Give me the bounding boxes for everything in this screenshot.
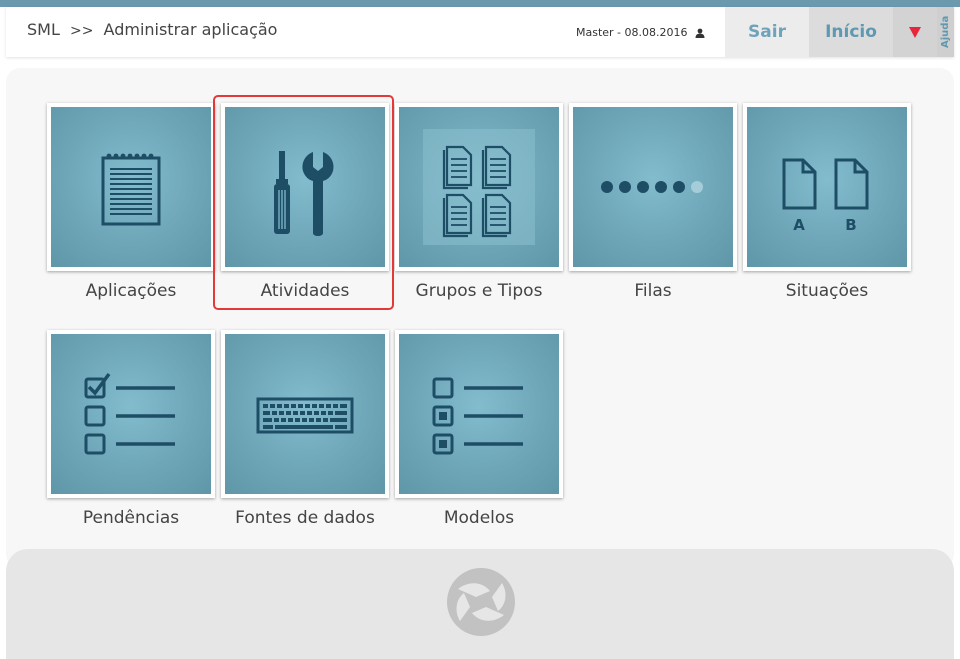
tile-situacoes[interactable]: A B Situações	[743, 103, 911, 308]
tile-label: Situações	[785, 281, 869, 301]
tile-grupos-e-tipos[interactable]: Grupos e Tipos	[395, 103, 563, 308]
tile-situacoes-square: A B	[743, 103, 911, 271]
tile-fontes-de-dados[interactable]: Fontes de dados	[221, 330, 389, 535]
tile-pendencias-square	[47, 330, 215, 498]
tile-label: Modelos	[443, 508, 515, 528]
menu-dropdown-button[interactable]	[893, 7, 937, 57]
tile-grupos-e-tipos-square	[395, 103, 563, 271]
tile-label: Aplicações	[85, 281, 177, 301]
documents-ab-icon: A B	[782, 158, 869, 234]
checklist-icon	[84, 372, 175, 455]
tile-label: Atividades	[260, 281, 350, 301]
tile-pendencias[interactable]: Pendências	[47, 330, 215, 535]
tile-label: Grupos e Tipos	[415, 281, 543, 301]
tile-aplicacoes[interactable]: Aplicações	[47, 103, 215, 308]
dots-queue-icon	[601, 181, 703, 193]
user-info: Master - 08.08.2016	[576, 26, 705, 39]
footer-panel	[6, 549, 954, 659]
tile-modelos-square	[395, 330, 563, 498]
user-icon	[695, 28, 705, 38]
inicio-button[interactable]: Início	[809, 7, 893, 57]
help-tab-label: Ajuda	[940, 15, 951, 49]
breadcrumb-root[interactable]: SML	[27, 20, 60, 39]
tile-filas[interactable]: Filas	[569, 103, 737, 308]
tile-aplicacoes-square	[47, 103, 215, 271]
tile-modelos[interactable]: Modelos	[395, 330, 563, 535]
svg-text:B: B	[845, 216, 856, 234]
header-bar: SML >> Administrar aplicação Master - 08…	[6, 7, 954, 57]
user-info-text: Master - 08.08.2016	[576, 26, 688, 39]
list-template-icon	[432, 377, 523, 455]
breadcrumb-separator: >>	[69, 23, 94, 39]
svg-text:A: A	[793, 216, 805, 234]
documents-grid-icon	[423, 129, 535, 245]
tile-label: Pendências	[82, 508, 180, 528]
triangle-down-icon	[909, 27, 921, 38]
keyboard-icon	[256, 397, 354, 434]
sair-button[interactable]: Sair	[725, 7, 809, 57]
tile-atividades-square	[221, 103, 389, 271]
notepad-icon	[101, 153, 161, 226]
tile-fontes-de-dados-square	[221, 330, 389, 498]
tile-label: Fontes de dados	[235, 508, 375, 528]
tile-filas-square	[569, 103, 737, 271]
tile-atividades[interactable]: Atividades	[221, 103, 389, 308]
breadcrumb-current: Administrar aplicação	[103, 20, 278, 39]
breadcrumb: SML >> Administrar aplicação	[27, 20, 277, 39]
top-accent-bar	[0, 0, 960, 7]
help-tab[interactable]: Ajuda	[937, 7, 954, 57]
app-logo-icon	[447, 568, 515, 636]
tile-label: Filas	[634, 281, 672, 301]
tools-icon	[274, 151, 334, 236]
